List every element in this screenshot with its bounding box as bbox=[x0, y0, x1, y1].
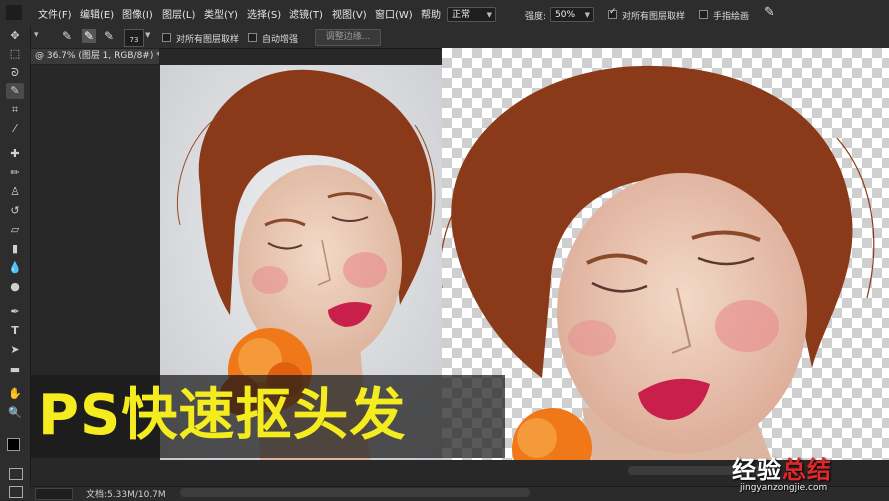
strength-value: 50% bbox=[555, 10, 576, 20]
type-tool-icon[interactable]: T bbox=[6, 323, 24, 339]
portrait-cutout-image bbox=[442, 65, 875, 460]
chevron-down-icon: ▼ bbox=[584, 11, 590, 19]
sample-all-layers-checkbox[interactable] bbox=[162, 33, 171, 42]
pen-tool-icon[interactable]: ✒ bbox=[6, 304, 24, 320]
watermark-text-part1: 经验 bbox=[732, 456, 782, 484]
crop-tool-icon[interactable]: ⌗ bbox=[6, 102, 24, 118]
history-brush-tool-icon[interactable]: ↺ bbox=[6, 203, 24, 219]
auto-enhance-checkbox[interactable] bbox=[248, 33, 257, 42]
menu-type[interactable]: 类型(Y) bbox=[204, 6, 238, 21]
auto-enhance-label: 自动增强 bbox=[262, 35, 299, 45]
menu-view[interactable]: 视图(V) bbox=[332, 6, 367, 21]
dodge-tool-icon[interactable]: ● bbox=[6, 279, 24, 295]
cutout-canvas[interactable] bbox=[442, 48, 889, 460]
gradient-tool-icon[interactable]: ▮ bbox=[6, 241, 24, 257]
watermark-text-part2: 总结 bbox=[782, 456, 832, 484]
zoom-field[interactable] bbox=[35, 488, 73, 500]
subtract-selection-brush-icon[interactable]: ✎ bbox=[104, 29, 114, 43]
menu-layer[interactable]: 图层(L) bbox=[162, 6, 195, 21]
menu-filter[interactable]: 滤镜(T) bbox=[289, 6, 323, 21]
horizontal-scrollbar[interactable] bbox=[180, 488, 530, 497]
menu-file[interactable]: 文件(F) bbox=[38, 6, 72, 21]
menu-bar: 文件(F) 编辑(E) 图像(I) 图层(L) 类型(Y) 选择(S) 滤镜(T… bbox=[0, 0, 889, 27]
blend-mode-value: 正常 bbox=[452, 10, 471, 20]
menu-window[interactable]: 窗口(W) bbox=[375, 6, 413, 21]
new-selection-brush-icon[interactable]: ✎ bbox=[62, 29, 72, 43]
document-tab-title: @ 36.7% (图层 1, RGB/8#) * bbox=[35, 51, 160, 61]
tool-preset-chevron-icon[interactable]: ▾ bbox=[34, 30, 39, 40]
quick-selection-tool-icon[interactable]: ✎ bbox=[6, 83, 24, 99]
finger-paint-checkbox[interactable] bbox=[699, 10, 708, 19]
blur-tool-icon[interactable]: 💧 bbox=[6, 260, 24, 276]
chevron-down-icon[interactable]: ▼ bbox=[145, 31, 150, 39]
tools-panel: ✥ ⬚ ᘐ ✎ ⌗ ⁄ ✚ ✏ ♙ ↺ ▱ ▮ 💧 ● ✒ T ➤ ▬ ✋ 🔍 bbox=[0, 26, 31, 500]
sample-all-layers-label: 对所有图层取样 bbox=[622, 12, 686, 22]
eyedropper-tool-icon[interactable]: ⁄ bbox=[6, 121, 24, 137]
quick-mask-icon[interactable] bbox=[9, 468, 23, 480]
document-tab[interactable]: @ 36.7% (图层 1, RGB/8#) * bbox=[30, 48, 160, 65]
blend-mode-select[interactable]: 正常 ▼ bbox=[447, 7, 496, 22]
path-selection-tool-icon[interactable]: ➤ bbox=[6, 342, 24, 358]
chevron-down-icon: ▼ bbox=[486, 11, 492, 19]
shape-tool-icon[interactable]: ▬ bbox=[6, 362, 24, 378]
pressure-brush-icon[interactable]: ✎ bbox=[764, 5, 775, 20]
marquee-tool-icon[interactable]: ⬚ bbox=[6, 46, 24, 62]
brush-size-picker[interactable]: 73 bbox=[124, 29, 144, 47]
document-size-status: 文档:5.33M/10.7M bbox=[86, 490, 166, 500]
refine-edge-button[interactable]: 调整边缘... bbox=[315, 29, 381, 46]
sample-all-layers-label: 对所有图层取样 bbox=[176, 35, 240, 45]
zoom-tool-icon[interactable]: 🔍 bbox=[6, 405, 24, 421]
foreground-color-swatch[interactable] bbox=[7, 438, 20, 451]
sample-all-layers-checkbox[interactable] bbox=[608, 7, 617, 19]
add-selection-brush-icon[interactable]: ✎ bbox=[82, 29, 97, 43]
options-bar: ▾ ✎ ✎ ✎ 73 ▼ 对所有图层取样 自动增强 调整边缘... bbox=[30, 26, 889, 49]
brush-size-value: 73 bbox=[129, 36, 139, 44]
clone-stamp-tool-icon[interactable]: ♙ bbox=[6, 184, 24, 200]
strength-field[interactable]: 50% ▼ bbox=[550, 7, 594, 22]
finger-paint-label: 手指绘画 bbox=[713, 12, 750, 22]
menu-edit[interactable]: 编辑(E) bbox=[80, 6, 114, 21]
hand-tool-icon[interactable]: ✋ bbox=[6, 386, 24, 402]
ps-logo-icon[interactable] bbox=[6, 5, 22, 20]
menu-image[interactable]: 图像(I) bbox=[122, 6, 153, 21]
watermark-logo: 经验总结 bbox=[732, 450, 832, 485]
lasso-tool-icon[interactable]: ᘐ bbox=[6, 65, 24, 81]
screen-mode-icon[interactable] bbox=[9, 486, 23, 498]
move-tool-icon[interactable]: ✥ bbox=[6, 28, 24, 44]
watermark-url: jingyanzongjie.com bbox=[740, 483, 828, 493]
eraser-tool-icon[interactable]: ▱ bbox=[6, 222, 24, 238]
healing-brush-tool-icon[interactable]: ✚ bbox=[6, 146, 24, 162]
brush-tool-icon[interactable]: ✏ bbox=[6, 165, 24, 181]
menu-help[interactable]: 帮助 bbox=[421, 6, 441, 21]
strength-label: 强度: bbox=[525, 12, 547, 22]
banner-title: PS快速抠头发 bbox=[38, 383, 407, 448]
menu-select[interactable]: 选择(S) bbox=[247, 6, 281, 21]
